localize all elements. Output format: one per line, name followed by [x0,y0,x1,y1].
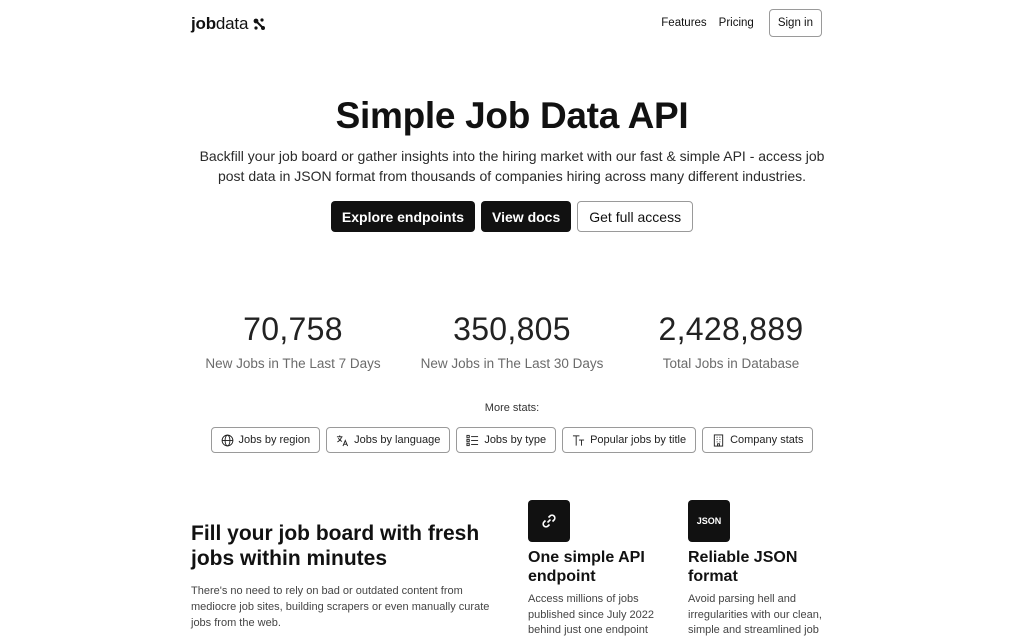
stat-value: 70,758 [243,311,343,347]
chip-jobs-by-region[interactable]: Jobs by region [210,427,321,453]
chip-jobs-by-language[interactable]: Jobs by language [326,427,451,453]
logo-bold: job [191,14,216,33]
view-docs-button[interactable]: View docs [481,201,572,232]
building-icon [713,433,724,447]
card-title: Reliable JSON format [688,549,798,585]
hero-title: Simple Job Data API [335,95,689,136]
globe-icon [221,434,233,446]
logo-mark-icon [253,18,266,30]
chip-label: Jobs by language [354,434,441,446]
stat-label: New Jobs in The Last 7 Days [205,356,381,371]
stat-value: 2,428,889 [658,311,804,347]
nav-features[interactable]: Features [661,17,706,29]
card-title: One simple API endpoint [528,549,645,585]
feature-card-api: One simple API endpoint Access millions … [528,500,678,636]
translate-icon [337,434,349,446]
stat-label: Total Jobs in Database [662,356,800,371]
stats-chips: Jobs by region Jobs by language Jobs by … [0,427,1024,453]
chip-label: Jobs by region [238,434,311,446]
hero-subtitle: Backfill your job board or gather insigh… [199,148,825,184]
json-icon: JSON [688,500,730,542]
feature-heading: Fill your job board with fresh jobs with… [191,522,480,570]
more-stats-label: More stats: [484,402,540,414]
stat-7-days: 70,758 New Jobs in The Last 7 Days [183,311,403,371]
card-text: Access millions of jobs published since … [528,593,654,636]
top-nav: Features Pricing Sign in [661,9,822,37]
stat-label: New Jobs in The Last 30 Days [420,356,604,371]
feature-card-json: JSON Reliable JSON format Avoid parsing … [688,500,838,636]
chip-popular-jobs-by-title[interactable]: Popular jobs by title [562,427,697,453]
nav-pricing[interactable]: Pricing [719,17,754,29]
link-icon [528,500,570,542]
chip-label: Jobs by type [484,434,547,446]
chip-jobs-by-type[interactable]: Jobs by type [456,427,557,453]
logo[interactable]: job data [191,14,266,34]
list-icon [466,434,479,446]
chip-label: Company stats [730,434,804,446]
signin-button[interactable]: Sign in [768,9,822,37]
text-size-icon [573,434,585,446]
get-full-access-button[interactable]: Get full access [577,201,694,232]
chip-label: Popular jobs by title [590,434,687,446]
logo-light: data [215,14,249,33]
chip-company-stats[interactable]: Company stats [702,427,814,453]
cta-group: Explore endpoints View docs Get full acc… [0,201,1024,232]
feature-text: There's no need to rely on bad or outdat… [191,585,490,629]
card-text: Avoid parsing hell and irregularities wi… [688,593,822,636]
site-header: job data Features Pricing Sign in [0,0,1024,46]
explore-endpoints-button[interactable]: Explore endpoints [330,201,476,232]
stat-total: 2,428,889 Total Jobs in Database [621,311,841,371]
stat-30-days: 350,805 New Jobs in The Last 30 Days [402,311,622,371]
stat-value: 350,805 [453,311,571,347]
